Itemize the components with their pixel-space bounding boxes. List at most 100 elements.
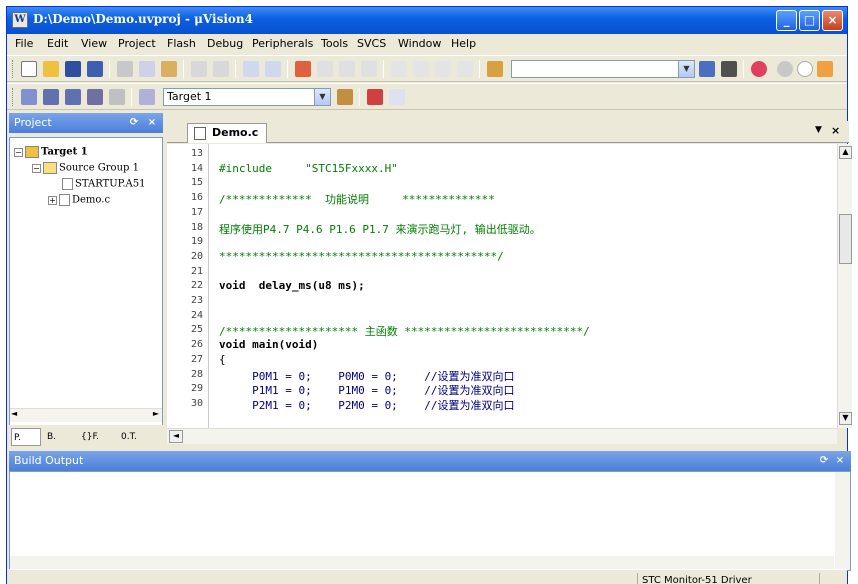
nav-back-icon[interactable] xyxy=(243,61,259,77)
collapse-icon[interactable]: − xyxy=(32,163,41,173)
menu-debug[interactable]: Debug xyxy=(207,37,243,50)
menu-edit[interactable]: Edit xyxy=(47,37,68,50)
toolbar-grip[interactable] xyxy=(12,60,15,78)
code-line[interactable]: /************* 功能说明 ************** xyxy=(219,191,495,207)
disable-breakpoint-icon[interactable] xyxy=(797,61,813,77)
scroll-down-icon[interactable]: ▼ xyxy=(839,412,852,425)
code-line[interactable]: void main(void) xyxy=(219,338,318,351)
build-hscrollbar[interactable] xyxy=(10,556,834,570)
editor-vscrollbar[interactable]: ▲ ▼ xyxy=(837,144,852,428)
undo-icon[interactable] xyxy=(191,61,207,77)
code-line[interactable]: ****************************************… xyxy=(219,250,504,263)
translate-icon[interactable] xyxy=(21,89,37,105)
menu-help[interactable]: Help xyxy=(451,37,476,50)
cut-icon[interactable] xyxy=(117,61,133,77)
find-combo[interactable]: ▼ xyxy=(511,60,695,78)
menu-flash[interactable]: Flash xyxy=(167,37,196,50)
close-icon[interactable]: × xyxy=(145,116,159,130)
save-all-icon[interactable] xyxy=(87,61,103,77)
batch-build-icon[interactable] xyxy=(87,89,103,105)
tree-node-target[interactable]: − Target 1 xyxy=(14,146,88,158)
tree-node-file[interactable]: STARTUP.A51 xyxy=(62,178,145,190)
target-options-icon[interactable] xyxy=(337,89,353,105)
editor-hscrollbar[interactable]: ◄ xyxy=(167,428,837,444)
find-in-files-icon[interactable] xyxy=(487,61,503,77)
tab-demo-c[interactable]: Demo.c xyxy=(187,123,267,143)
minimize-button[interactable]: _ xyxy=(776,10,797,31)
scroll-up-icon[interactable]: ▲ xyxy=(839,146,852,159)
code-line[interactable]: 程序使用P4.7 P4.6 P1.6 P1.7 来演示跑马灯, 输出低驱动。 xyxy=(219,221,541,237)
redo-icon[interactable] xyxy=(213,61,229,77)
uncomment-icon[interactable] xyxy=(457,61,473,77)
kill-breakpoints-icon[interactable] xyxy=(817,61,833,77)
collapse-icon[interactable]: − xyxy=(14,147,23,157)
tree-node-group[interactable]: − Source Group 1 xyxy=(32,162,139,174)
target-select[interactable]: Target 1 ▼ xyxy=(163,88,331,106)
code-line[interactable]: P0M1 = 0; P0M0 = 0; //设置为准双向口 xyxy=(219,368,514,384)
code-line[interactable]: P2M1 = 0; P2M0 = 0; //设置为准双向口 xyxy=(219,397,514,413)
stop-build-icon[interactable] xyxy=(109,89,125,105)
tab-templates[interactable]: 0.T. xyxy=(119,428,159,446)
nav-forward-icon[interactable] xyxy=(265,61,281,77)
indent-icon[interactable] xyxy=(391,61,407,77)
download-icon[interactable] xyxy=(139,89,155,105)
copy-icon[interactable] xyxy=(139,61,155,77)
next-bookmark-icon[interactable] xyxy=(339,61,355,77)
new-file-icon[interactable] xyxy=(21,61,37,77)
pin-icon[interactable]: ⟳ xyxy=(127,116,141,130)
tab-project[interactable]: P. xyxy=(11,428,41,446)
menu-svcs[interactable]: SVCS xyxy=(357,37,386,50)
menu-view[interactable]: View xyxy=(81,37,107,50)
code-line[interactable]: /******************** 主函数 **************… xyxy=(219,323,590,339)
menu-peripherals[interactable]: Peripherals xyxy=(252,37,313,50)
build-vscrollbar[interactable] xyxy=(835,472,850,570)
scroll-left-icon[interactable]: ◄ xyxy=(11,409,17,418)
bookmark-icon[interactable] xyxy=(295,61,311,77)
incremental-find-icon[interactable] xyxy=(699,61,715,77)
save-icon[interactable] xyxy=(65,61,81,77)
scroll-left-icon[interactable]: ◄ xyxy=(169,430,183,443)
debug-session-icon[interactable] xyxy=(751,61,767,77)
clear-bookmarks-icon[interactable] xyxy=(361,61,377,77)
status-grip[interactable] xyxy=(819,573,847,584)
tab-dropdown-icon[interactable]: ▼ xyxy=(815,125,822,135)
code-line[interactable]: void delay_ms(u8 ms); xyxy=(219,279,365,292)
chevron-down-icon[interactable]: ▼ xyxy=(314,89,330,105)
close-button[interactable]: × xyxy=(822,10,843,31)
project-hscrollbar[interactable]: ◄ ► xyxy=(10,408,162,422)
close-icon[interactable]: × xyxy=(833,454,847,468)
code-line[interactable]: { xyxy=(219,353,226,366)
code-line[interactable]: #include "STC15Fxxxx.H" xyxy=(219,162,398,175)
menu-tools[interactable]: Tools xyxy=(321,37,348,50)
close-icon[interactable]: × xyxy=(831,124,840,137)
select-packs-icon[interactable] xyxy=(389,89,405,105)
title-bar[interactable]: W D:\Demo\Demo.uvproj - μVision4 _ □ × xyxy=(7,7,847,34)
code-line[interactable]: P1M1 = 0; P1M0 = 0; //设置为准双向口 xyxy=(219,382,514,398)
chevron-down-icon[interactable]: ▼ xyxy=(678,61,694,77)
tree-node-file[interactable]: + Demo.c xyxy=(48,194,110,206)
tab-functions[interactable]: {}F. xyxy=(79,428,115,446)
pin-icon[interactable]: ⟳ xyxy=(817,454,831,468)
open-folder-icon[interactable] xyxy=(43,61,59,77)
scroll-thumb[interactable] xyxy=(839,214,852,264)
build-icon[interactable] xyxy=(43,89,59,105)
toolbar-grip[interactable] xyxy=(12,88,15,106)
manage-components-icon[interactable] xyxy=(367,89,383,105)
app-icon[interactable]: W xyxy=(12,12,28,28)
breakpoint-icon[interactable] xyxy=(777,61,793,77)
expand-icon[interactable]: + xyxy=(48,195,57,205)
prev-bookmark-icon[interactable] xyxy=(317,61,333,77)
paste-icon[interactable] xyxy=(161,61,177,77)
rebuild-icon[interactable] xyxy=(65,89,81,105)
menu-file[interactable]: File xyxy=(15,37,33,50)
find-icon[interactable] xyxy=(721,61,737,77)
scroll-right-icon[interactable]: ► xyxy=(153,409,159,418)
maximize-button[interactable]: □ xyxy=(799,10,820,31)
comment-icon[interactable] xyxy=(435,61,451,77)
tab-books[interactable]: B. xyxy=(45,428,75,446)
code-editor[interactable]: 13 14 15 16 17 18 19 20 21 22 23 24 25 26 27 28 29 30 #in… xyxy=(167,144,837,428)
build-output-pane[interactable] xyxy=(9,471,851,571)
menu-window[interactable]: Window xyxy=(398,37,441,50)
unindent-icon[interactable] xyxy=(413,61,429,77)
menu-project[interactable]: Project xyxy=(118,37,156,50)
